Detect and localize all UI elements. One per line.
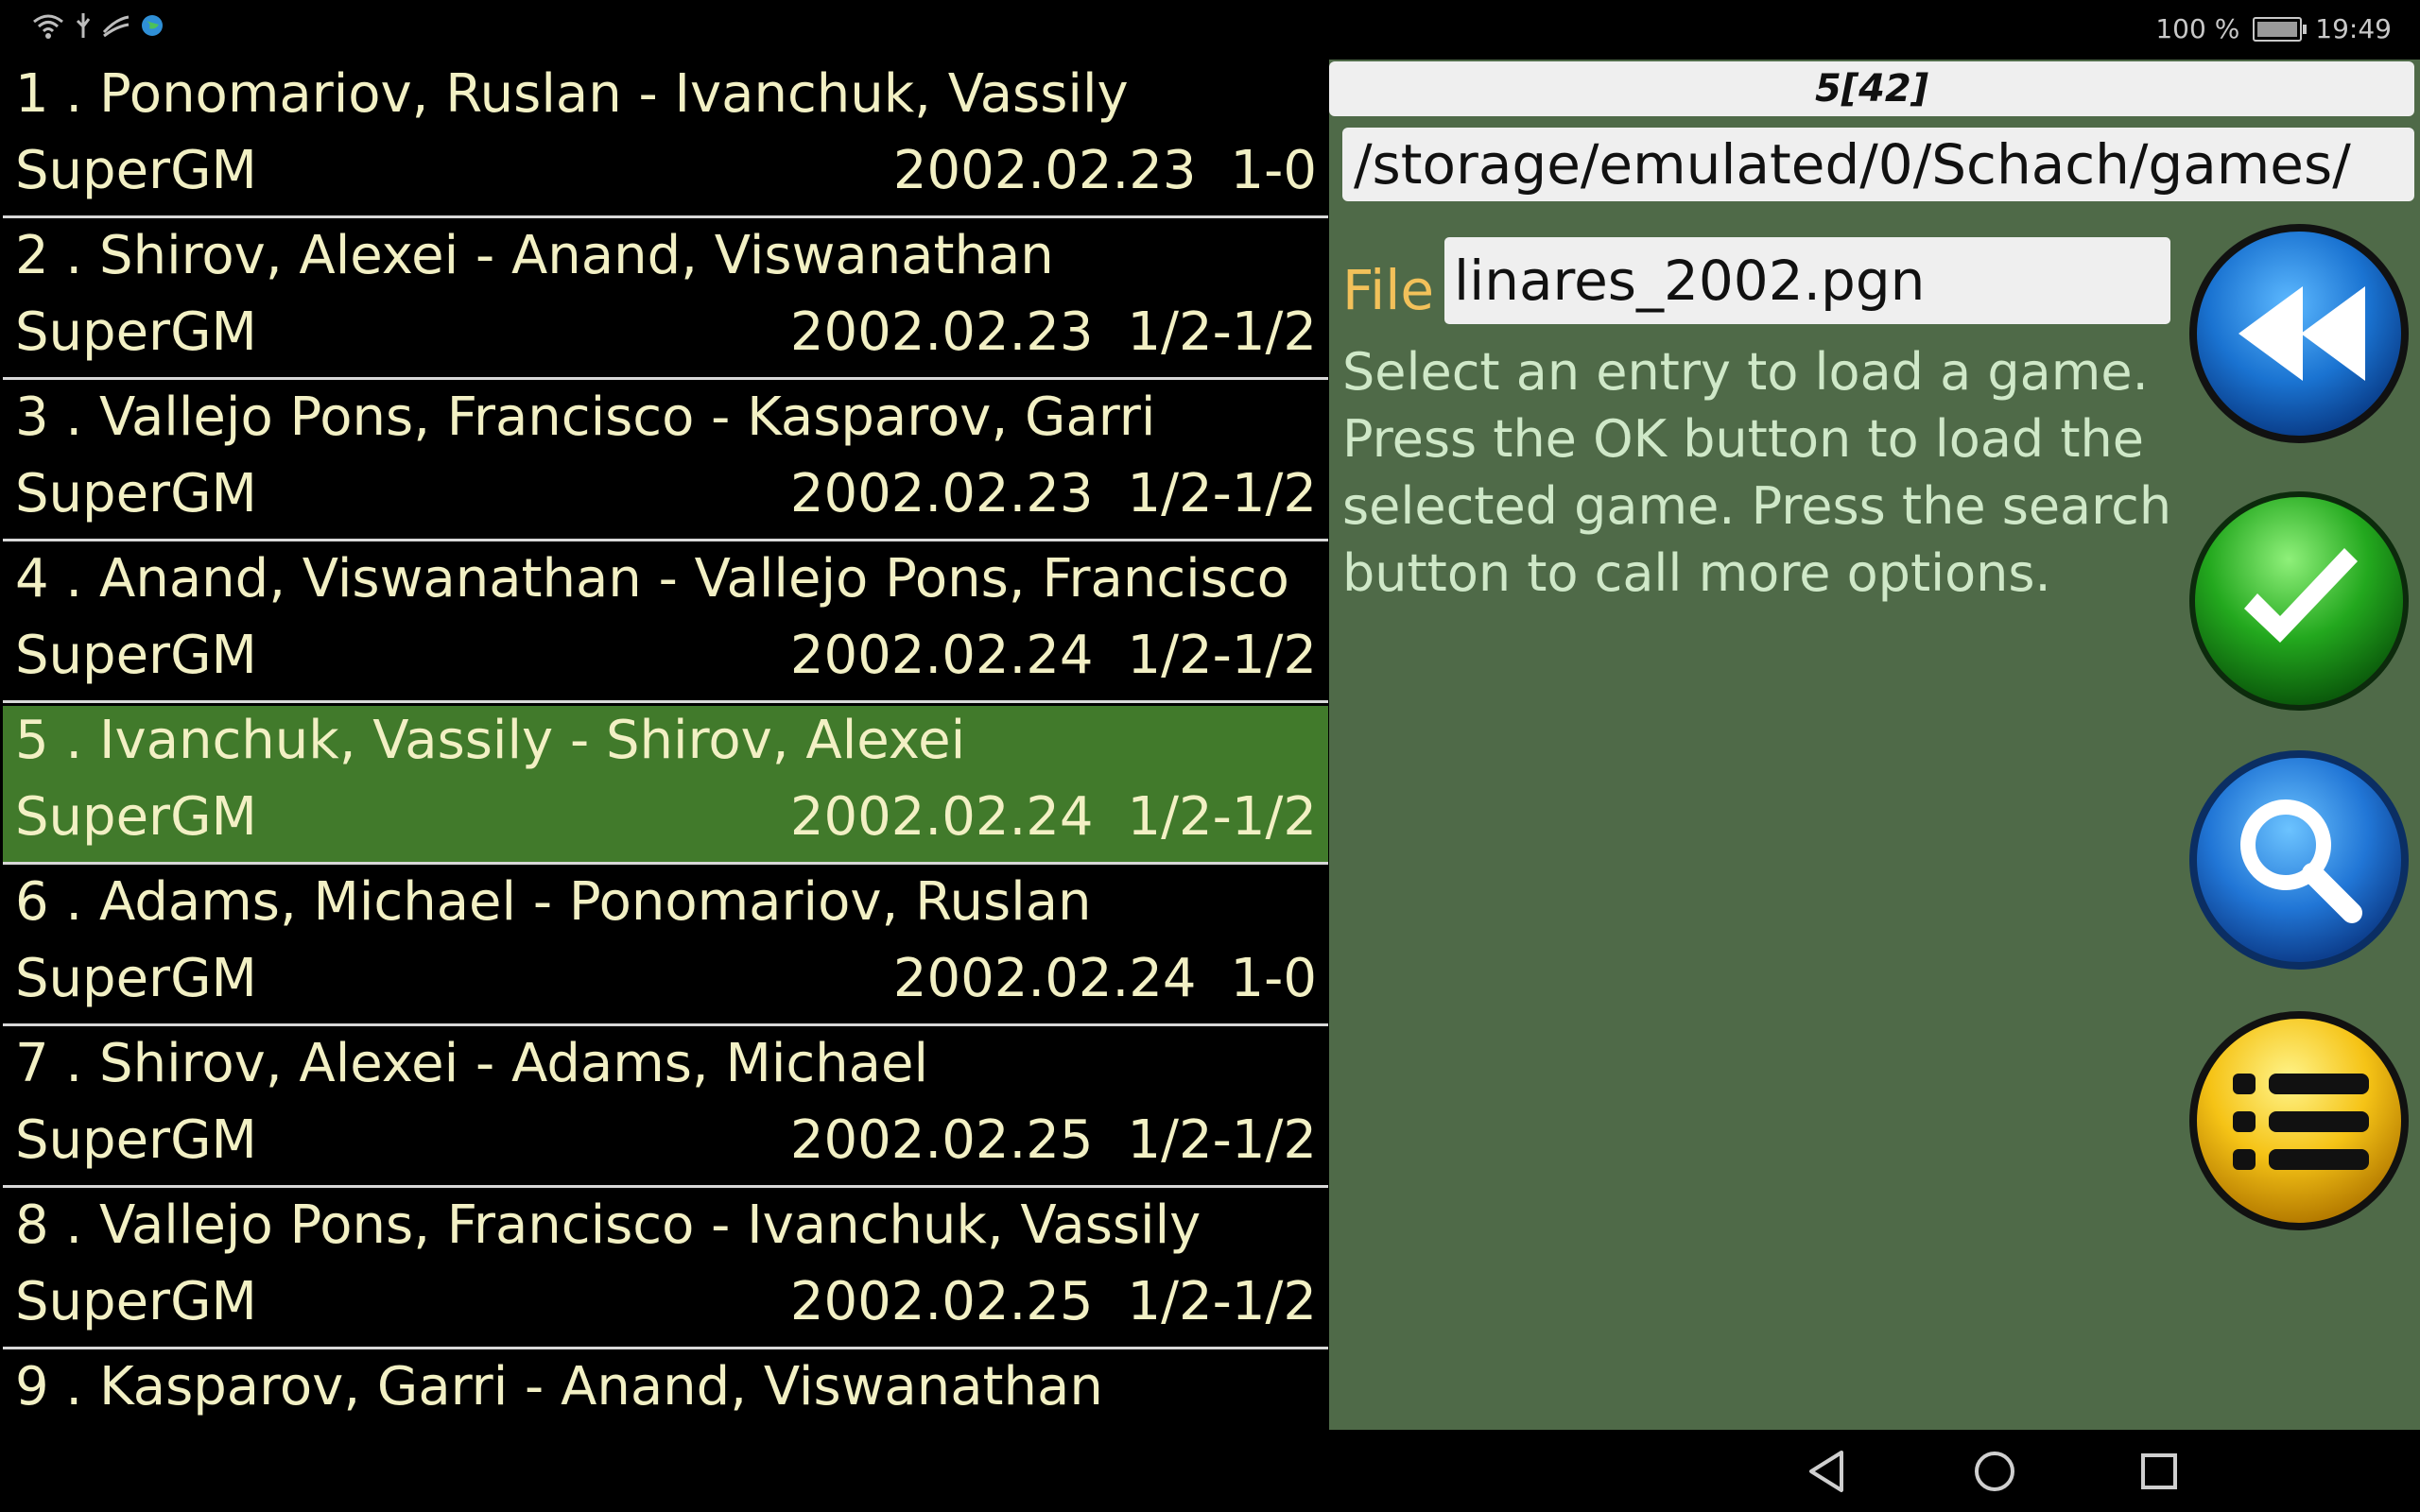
game-meta: 2002.02.23 1-0	[893, 140, 1317, 201]
game-row[interactable]: 1 . Ponomariov, Ruslan - Ivanchuk, Vassi…	[3, 60, 1328, 218]
right-panel: 5[42] /storage/emulated/0/Schach/games/ …	[1329, 60, 2420, 1430]
game-title: 6 . Adams, Michael - Ponomariov, Ruslan	[15, 871, 1092, 933]
game-date: 2002.02.24	[789, 625, 1094, 686]
list-icon	[2189, 1011, 2409, 1230]
battery-icon	[2253, 16, 2308, 42]
game-date: 2002.02.25	[789, 1109, 1094, 1171]
game-date: 2002.02.23	[789, 463, 1094, 524]
globe-icon	[140, 13, 164, 44]
game-event: SuperGM	[15, 463, 257, 524]
game-title: 7 . Shirov, Alexei - Adams, Michael	[15, 1033, 928, 1094]
game-title: 8 . Vallejo Pons, Francisco - Ivanchuk, …	[15, 1194, 1201, 1256]
status-bar: 100 % 19:49	[0, 0, 2420, 57]
status-right: 100 % 19:49	[2155, 13, 2392, 44]
ok-button[interactable]	[2186, 488, 2412, 714]
game-result: 1/2-1/2	[1127, 463, 1317, 524]
game-event: SuperGM	[15, 1109, 257, 1171]
game-title: 5 . Ivanchuk, Vassily - Shirov, Alexei	[15, 710, 966, 771]
game-event: SuperGM	[15, 1271, 257, 1332]
game-meta: 2002.02.24 1/2-1/2	[790, 786, 1317, 848]
nav-home-button[interactable]	[1966, 1447, 2023, 1496]
game-result: 1-0	[1230, 140, 1317, 201]
path-field[interactable]: /storage/emulated/0/Schach/games/	[1342, 128, 2414, 201]
wifi-icon	[32, 12, 64, 45]
nav-recents-button[interactable]	[2131, 1447, 2187, 1496]
game-date: 2002.02.23	[789, 301, 1094, 363]
game-row[interactable]: 9 . Kasparov, Garri - Anand, Viswanathan	[3, 1352, 1328, 1430]
game-result: 1/2-1/2	[1127, 301, 1317, 363]
game-event: SuperGM	[15, 625, 257, 686]
game-meta: 2002.02.23 1/2-1/2	[790, 463, 1317, 524]
file-label: File	[1342, 258, 1435, 322]
game-meta: 2002.02.24 1/2-1/2	[790, 625, 1317, 686]
game-meta: 2002.02.25 1/2-1/2	[790, 1271, 1317, 1332]
cast-icon	[102, 13, 130, 44]
triangle-back-icon	[1809, 1451, 1843, 1492]
file-name-field[interactable]: linares_2002.pgn	[1444, 237, 2170, 324]
navigation-bar	[0, 1430, 2420, 1512]
game-meta: 2002.02.24 1-0	[893, 948, 1317, 1009]
game-title: 1 . Ponomariov, Ruslan - Ivanchuk, Vassi…	[15, 63, 1129, 125]
game-counter: 5[42]	[1329, 61, 2414, 116]
game-date: 2002.02.25	[789, 1271, 1094, 1332]
usb-icon	[74, 11, 93, 46]
game-event: SuperGM	[15, 301, 257, 363]
game-meta: 2002.02.25 1/2-1/2	[790, 1109, 1317, 1171]
nav-back-button[interactable]	[1800, 1447, 1857, 1496]
game-row[interactable]: 2 . Shirov, Alexei - Anand, Viswanathan S…	[3, 221, 1328, 380]
game-date: 2002.02.23	[892, 140, 1197, 201]
game-result: 1/2-1/2	[1127, 625, 1317, 686]
game-title: 2 . Shirov, Alexei - Anand, Viswanathan	[15, 225, 1054, 286]
game-row[interactable]: 4 . Anand, Viswanathan - Vallejo Pons, F…	[3, 544, 1328, 703]
back-button[interactable]	[2186, 220, 2412, 447]
help-text: Select an entry to load a game. Press th…	[1342, 342, 2172, 603]
game-row[interactable]: 3 . Vallejo Pons, Francisco - Kasparov, …	[3, 383, 1328, 541]
game-event: SuperGM	[15, 948, 257, 1009]
status-icons	[32, 12, 164, 44]
game-title: 9 . Kasparov, Garri - Anand, Viswanathan	[15, 1356, 1103, 1418]
battery-percent: 100 %	[2155, 13, 2240, 44]
game-meta: 2002.02.23 1/2-1/2	[790, 301, 1317, 363]
game-row[interactable]: 8 . Vallejo Pons, Francisco - Ivanchuk, …	[3, 1191, 1328, 1349]
rewind-icon	[2189, 224, 2409, 443]
game-date: 2002.02.24	[789, 786, 1094, 848]
square-recents-icon	[2141, 1453, 2177, 1489]
game-title: 3 . Vallejo Pons, Francisco - Kasparov, …	[15, 387, 1156, 448]
game-row[interactable]: 5 . Ivanchuk, Vassily - Shirov, Alexei Su…	[3, 706, 1328, 865]
game-result: 1/2-1/2	[1127, 786, 1317, 848]
game-result: 1-0	[1230, 948, 1317, 1009]
clock: 19:49	[2315, 13, 2392, 44]
game-event: SuperGM	[15, 140, 257, 201]
game-result: 1/2-1/2	[1127, 1271, 1317, 1332]
circle-home-icon	[1975, 1452, 2014, 1491]
game-result: 1/2-1/2	[1127, 1109, 1317, 1171]
game-row[interactable]: 7 . Shirov, Alexei - Adams, Michael Super…	[3, 1029, 1328, 1188]
search-button[interactable]	[2186, 747, 2412, 973]
game-event: SuperGM	[15, 786, 257, 848]
game-row[interactable]: 6 . Adams, Michael - Ponomariov, Ruslan S…	[3, 868, 1328, 1026]
game-date: 2002.02.24	[892, 948, 1197, 1009]
checkmark-icon	[2189, 491, 2409, 711]
game-list[interactable]: 1 . Ponomariov, Ruslan - Ivanchuk, Vassi…	[3, 60, 1328, 1430]
menu-button[interactable]	[2186, 1007, 2412, 1234]
game-title: 4 . Anand, Viswanathan - Vallejo Pons, F…	[15, 548, 1289, 610]
magnifier-icon	[2189, 750, 2409, 970]
